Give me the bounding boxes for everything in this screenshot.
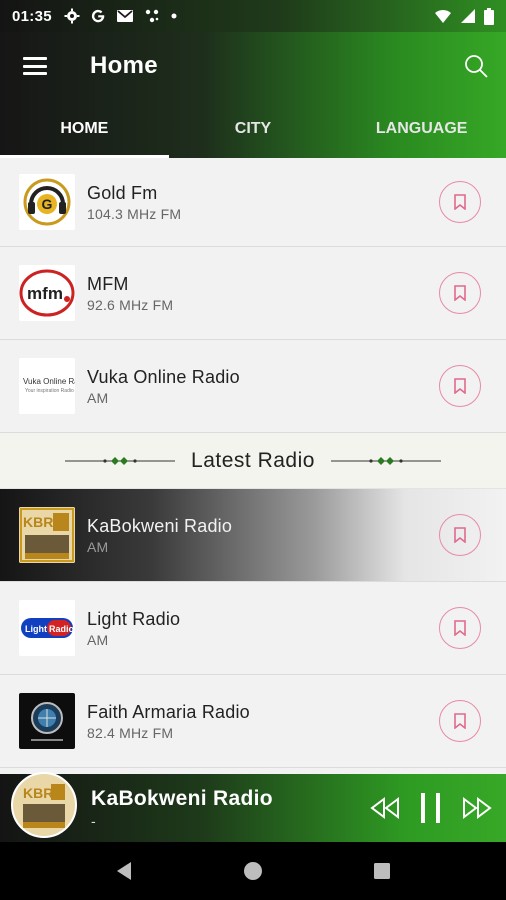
tab-bar: HOME CITY LANGUAGE [0,100,506,158]
station-name: Faith Armaria Radio [87,701,250,722]
tab-home[interactable]: HOME [0,100,169,158]
bookmark-button[interactable] [439,181,481,223]
gear-icon [64,8,80,24]
station-name: Vuka Online Radio [87,366,240,387]
svg-text:KBR: KBR [23,514,53,530]
vuka-logo: Vuka Online Radio Your inspiration Radio [19,358,75,414]
now-playing-logo: KBR [11,772,77,838]
recents-icon[interactable] [371,860,393,882]
mfm-logo: mfm [19,265,75,321]
bookmark-icon [454,378,466,394]
status-bar: 01:35 [0,0,506,32]
now-playing-bar[interactable]: KBR KaBokweni Radio - [0,772,506,842]
kbr-logo: KBR [19,507,75,563]
svg-text:Vuka Online Radio: Vuka Online Radio [23,377,75,386]
list-item[interactable]: KBR KaBokweni Radio AM [0,489,506,582]
svg-text:mfm: mfm [27,284,63,303]
list-item[interactable]: Faith Armaria Radio 82.4 MHz FM [0,675,506,768]
station-frequency: 82.4 MHz FM [87,724,174,741]
status-system-icons [434,7,494,25]
bookmark-icon [454,527,466,543]
status-time: 01:35 [12,7,52,25]
station-frequency: 104.3 MHz FM [87,205,182,222]
bookmark-icon [454,194,466,210]
faith-logo [19,693,75,749]
svg-text:KBR: KBR [23,785,53,801]
gmail-icon [116,10,133,22]
pause-icon[interactable] [416,791,446,825]
light-radio-logo: Light Radio [19,600,75,656]
hamburger-menu-icon [23,57,47,75]
ornament-right-icon [330,456,441,465]
page-title: Home [90,52,158,79]
bookmark-button[interactable] [439,700,481,742]
section-header-latest: Latest Radio [0,433,506,489]
list-item[interactable]: Vuka Online Radio Your inspiration Radio… [0,340,506,433]
tab-city[interactable]: CITY [169,100,338,158]
google-icon [91,9,105,23]
home-icon[interactable] [242,860,264,882]
list-item[interactable]: Light Radio Light Radio AM [0,582,506,675]
list-item[interactable]: G Gold Fm 104.3 MHz FM [0,158,506,247]
station-list: G Gold Fm 104.3 MHz FM mfm MFM 92.6 MHz … [0,158,506,774]
dot-icon [171,13,177,19]
station-frequency: 92.6 MHz FM [87,296,174,313]
status-notification-icons [64,8,178,24]
back-icon[interactable] [113,860,135,882]
gold-fm-logo: G [19,174,75,230]
station-name: Gold Fm [87,182,158,203]
search-icon [465,55,488,78]
station-name: MFM [87,273,129,294]
wifi-icon [435,9,451,23]
station-frequency: AM [87,538,109,555]
svg-text:Your inspiration Radio: Your inspiration Radio [25,388,74,394]
station-name: Light Radio [87,608,181,629]
bookmark-button[interactable] [439,514,481,556]
svg-text:Radio: Radio [49,624,75,634]
bookmark-button[interactable] [439,365,481,407]
tab-language[interactable]: LANGUAGE [337,100,506,158]
now-playing-title: KaBokweni Radio [91,787,273,810]
bookmark-button[interactable] [439,272,481,314]
fast-forward-icon[interactable] [460,795,494,821]
ornament-left-icon [65,456,176,465]
now-playing-subtitle: - [91,813,96,829]
bookmark-button[interactable] [439,607,481,649]
bookmark-icon [454,713,466,729]
bookmark-icon [454,285,466,301]
rewind-icon[interactable] [368,795,402,821]
signal-icon [461,9,475,23]
list-item[interactable]: mfm MFM 92.6 MHz FM [0,247,506,340]
search-button[interactable] [446,32,506,100]
player-controls [368,791,494,825]
app-bar: Home [0,32,506,100]
bookmark-icon [454,620,466,636]
station-frequency: AM [87,631,109,648]
app-icon [145,9,159,23]
station-name: KaBokweni Radio [87,515,233,536]
svg-text:G: G [42,196,53,212]
menu-button[interactable] [0,32,70,100]
station-frequency: AM [87,389,109,406]
battery-icon [484,7,494,25]
section-title: Latest Radio [191,448,315,472]
system-nav-bar [0,842,506,900]
svg-text:Light: Light [25,624,47,634]
